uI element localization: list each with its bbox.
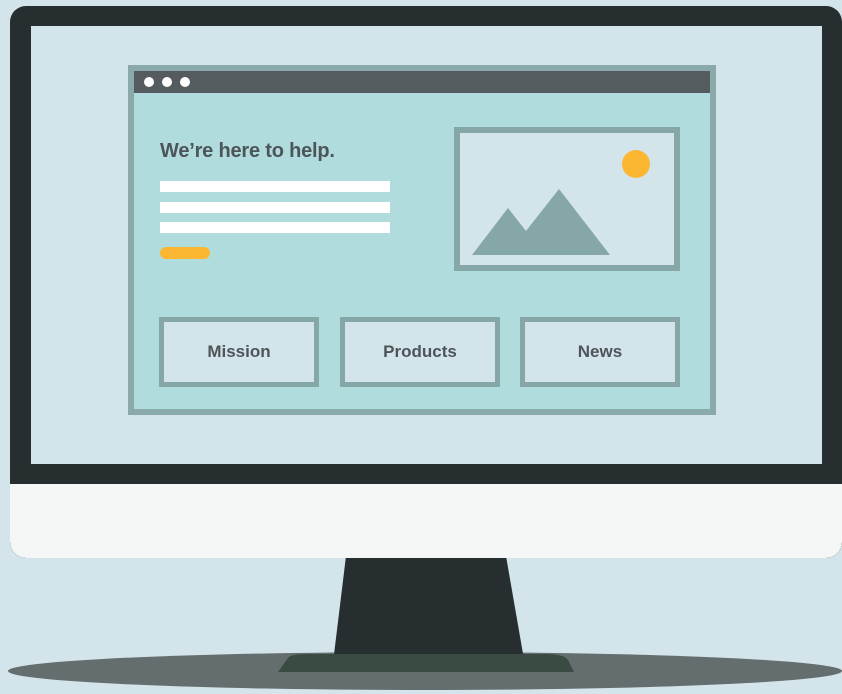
monitor-stand-base bbox=[278, 654, 574, 672]
nav-card-mission[interactable]: Mission bbox=[159, 317, 319, 387]
window-control-dot-3[interactable] bbox=[180, 77, 190, 87]
window-control-dot-1[interactable] bbox=[144, 77, 154, 87]
hero-image bbox=[454, 127, 680, 271]
nav-card-news[interactable]: News bbox=[520, 317, 680, 387]
nav-card-label: Products bbox=[383, 342, 457, 361]
page-headline: We’re here to help. bbox=[160, 140, 335, 162]
monitor-screen: We’re here to help. Mission Products New… bbox=[31, 26, 822, 464]
desktop-monitor-illustration: We’re here to help. Mission Products New… bbox=[0, 0, 842, 694]
placeholder-text-line-3 bbox=[160, 222, 390, 233]
nav-card-products[interactable]: Products bbox=[340, 317, 500, 387]
landscape-image-icon bbox=[472, 150, 650, 255]
browser-window: We’re here to help. Mission Products New… bbox=[128, 65, 716, 415]
placeholder-text-line-2 bbox=[160, 202, 390, 213]
nav-card-label: News bbox=[577, 342, 623, 361]
call-to-action-button[interactable] bbox=[160, 247, 210, 259]
monitor-chin bbox=[10, 484, 842, 558]
monitor: We’re here to help. Mission Products New… bbox=[10, 6, 842, 558]
browser-titlebar bbox=[134, 71, 710, 93]
web-page: We’re here to help. Mission Products New… bbox=[134, 93, 710, 409]
nav-card-label: Mission bbox=[207, 342, 271, 361]
placeholder-text-line-1 bbox=[160, 181, 390, 192]
window-control-dot-2[interactable] bbox=[162, 77, 172, 87]
